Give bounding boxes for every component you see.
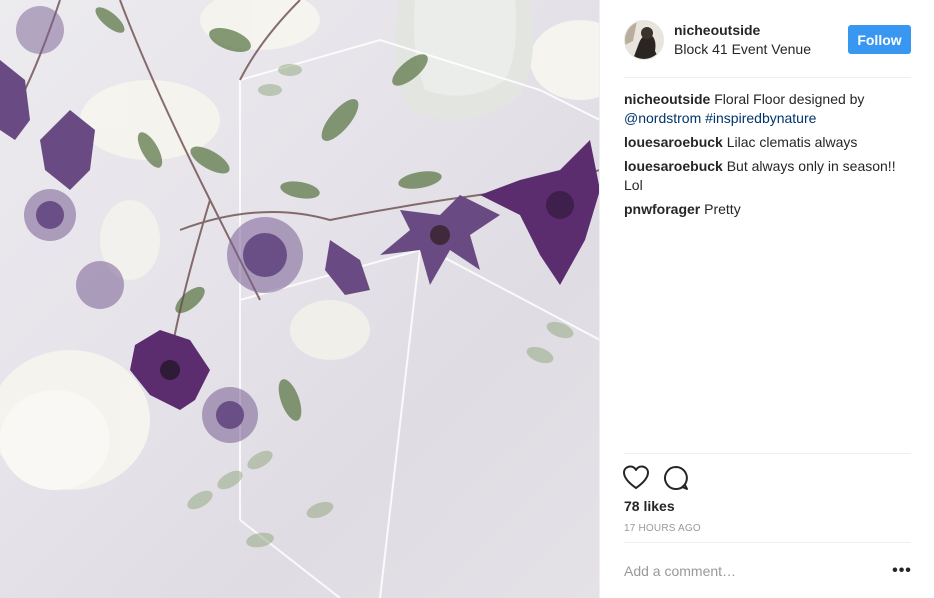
- comment-item: pnwforager Pretty: [624, 200, 914, 219]
- comment-item: louesaroebuck Lilac clematis always: [624, 133, 914, 152]
- like-count[interactable]: 78 likes: [624, 498, 675, 514]
- comment-username[interactable]: louesaroebuck: [624, 134, 723, 150]
- heart-icon[interactable]: [622, 464, 650, 492]
- comment-username[interactable]: pnwforager: [624, 201, 700, 217]
- avatar[interactable]: [624, 20, 664, 60]
- comment-text: Pretty: [704, 201, 741, 217]
- post-timestamp: 17 HOURS AGO: [624, 523, 701, 534]
- caption: nicheoutside Floral Floor designed by @n…: [624, 90, 914, 128]
- post-header: nicheoutside Block 41 Event Venue Follow: [624, 18, 911, 62]
- mention-link[interactable]: @nordstrom: [624, 110, 701, 126]
- avatar-image: [625, 21, 663, 59]
- comments-list: nicheoutside Floral Floor designed by @n…: [624, 90, 914, 224]
- follow-button[interactable]: Follow: [848, 25, 911, 54]
- post-photo[interactable]: [0, 0, 599, 598]
- actions-divider: [624, 453, 911, 454]
- post-details-panel: nicheoutside Block 41 Event Venue Follow…: [599, 0, 934, 598]
- post-username[interactable]: nicheoutside: [674, 22, 760, 38]
- caption-text: Floral Floor designed by: [714, 91, 865, 107]
- add-comment-input[interactable]: [624, 560, 864, 582]
- comment-divider: [624, 542, 911, 543]
- more-options-icon[interactable]: •••: [892, 560, 912, 582]
- header-divider: [624, 77, 911, 78]
- post-location[interactable]: Block 41 Event Venue: [674, 41, 811, 57]
- hashtag-link[interactable]: #inspiredbynature: [705, 110, 816, 126]
- floral-arrangement-image: [0, 0, 599, 598]
- comment-username[interactable]: louesaroebuck: [624, 158, 723, 174]
- comment-text: Lilac clematis always: [726, 134, 858, 150]
- comment-item: louesaroebuck But always only in season!…: [624, 157, 914, 195]
- caption-username[interactable]: nicheoutside: [624, 91, 710, 107]
- comment-icon[interactable]: [662, 464, 690, 492]
